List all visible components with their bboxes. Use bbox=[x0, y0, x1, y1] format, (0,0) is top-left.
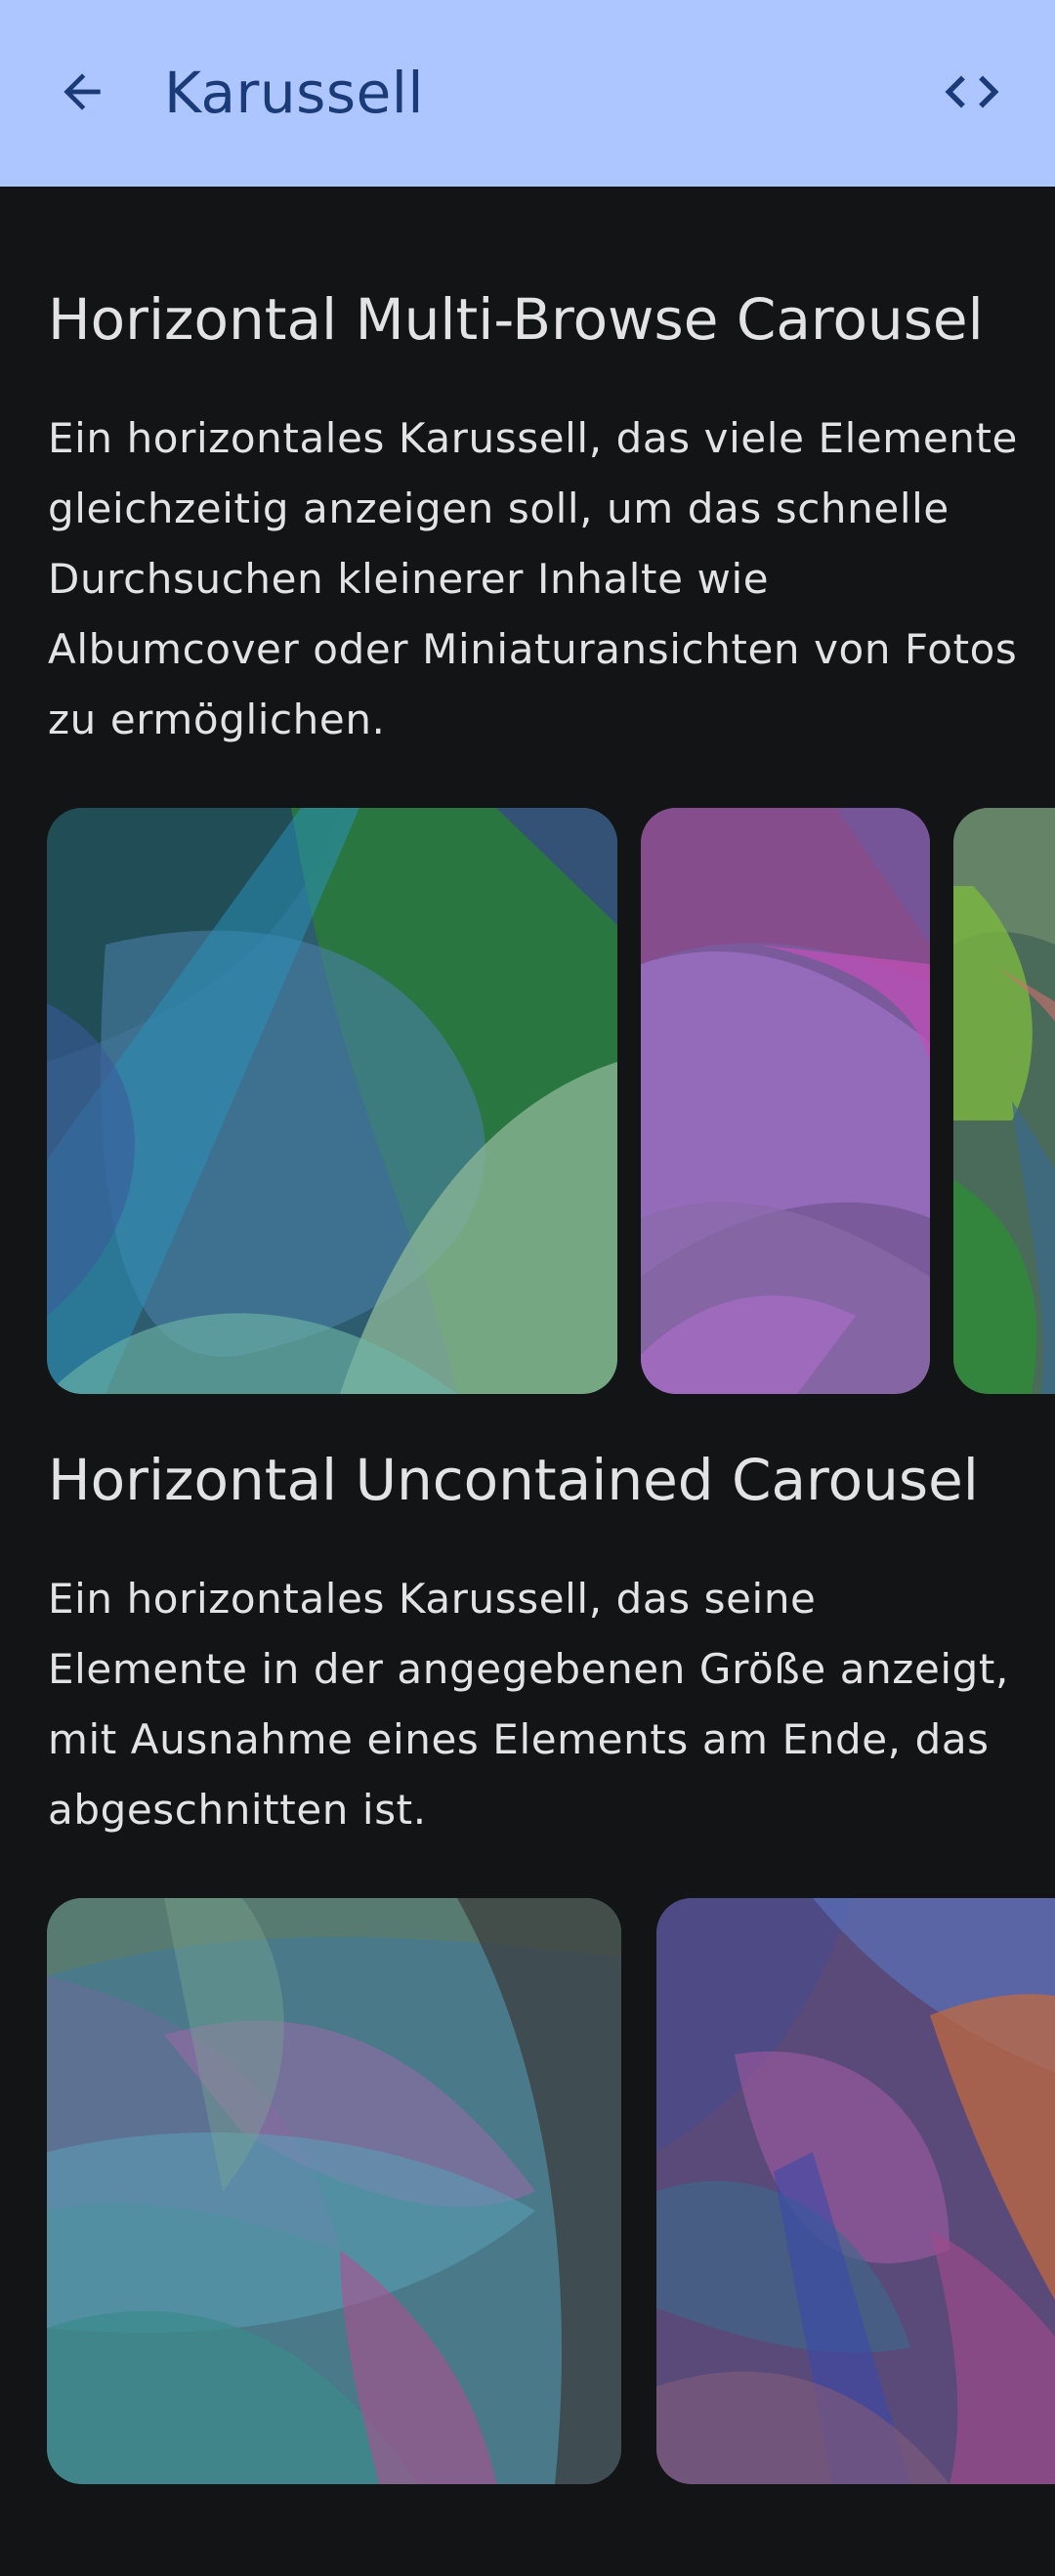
carousel-item[interactable] bbox=[953, 808, 1055, 1394]
carousel-image bbox=[953, 808, 1055, 1394]
carousel-image bbox=[641, 808, 930, 1394]
top-app-bar: Karussell bbox=[0, 0, 1055, 187]
carousel-image bbox=[656, 1898, 1055, 2484]
carousel-image bbox=[47, 1898, 621, 2484]
view-code-button[interactable] bbox=[933, 57, 1011, 127]
carousel-item[interactable] bbox=[656, 1898, 1055, 2484]
section-title-uncontained: Horizontal Uncontained Carousel bbox=[48, 1447, 979, 1513]
carousel-item[interactable] bbox=[641, 808, 930, 1394]
section-description-multi-browse: Ein horizontales Karussell, das viele El… bbox=[48, 414, 1018, 743]
code-icon bbox=[945, 75, 999, 108]
carousel-image bbox=[47, 808, 617, 1394]
section-description-uncontained: Ein horizontales Karussell, das seine El… bbox=[48, 1575, 1009, 1834]
page-title: Karussell bbox=[164, 60, 425, 126]
section-title-multi-browse: Horizontal Multi-Browse Carousel bbox=[48, 286, 984, 353]
carousel-item[interactable] bbox=[47, 1898, 621, 2484]
back-button[interactable] bbox=[47, 57, 117, 127]
content-area: Horizontal Multi-Browse Carousel Ein hor… bbox=[0, 187, 1055, 2576]
arrow-back-icon bbox=[63, 73, 101, 110]
carousel-item[interactable] bbox=[47, 808, 617, 1394]
